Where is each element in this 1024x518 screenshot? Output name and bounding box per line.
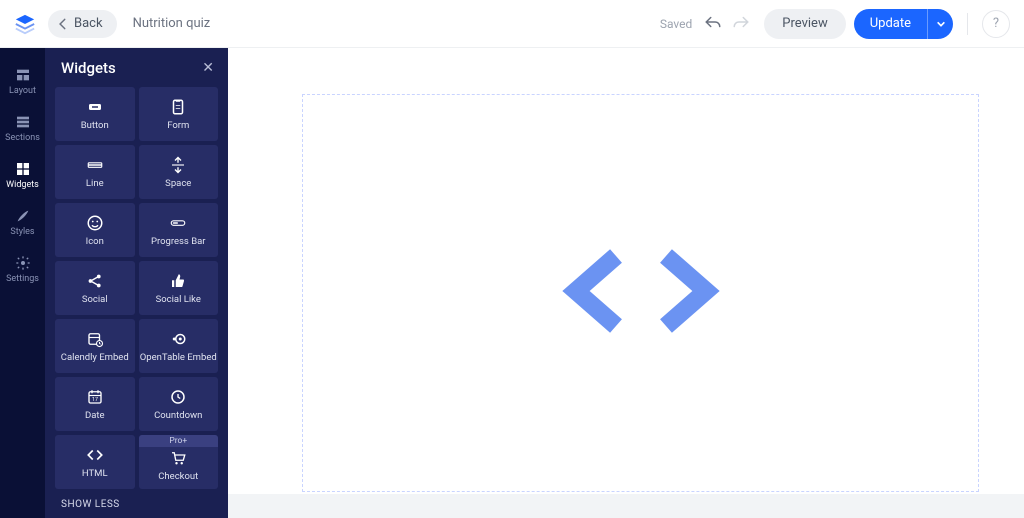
- sidebar-nav: Layout Sections Widgets Styles Settings: [0, 48, 45, 518]
- opentable-icon: [169, 330, 187, 348]
- top-bar: Back Nutrition quiz Saved Preview Update…: [0, 0, 1024, 48]
- line-icon: [86, 156, 104, 174]
- show-less-toggle[interactable]: SHOW LESS: [45, 489, 228, 518]
- history-controls: [704, 14, 750, 33]
- saved-status: Saved: [660, 17, 692, 31]
- widgets-icon: [15, 161, 31, 177]
- cart-icon: [169, 449, 187, 467]
- clipboard-icon: [169, 98, 187, 116]
- widgets-panel: Widgets ✕ Button Form Line Space Icon Pr…: [45, 48, 228, 518]
- widget-space[interactable]: Space: [139, 145, 219, 199]
- widget-line[interactable]: Line: [55, 145, 135, 199]
- html-widget-preview[interactable]: [302, 94, 979, 492]
- back-label: Back: [74, 16, 103, 31]
- layout-icon: [15, 67, 31, 83]
- calendly-icon: [86, 330, 104, 348]
- gear-icon: [15, 255, 31, 271]
- help-button[interactable]: ?: [982, 10, 1010, 38]
- nav-styles[interactable]: Styles: [0, 201, 45, 244]
- nav-widgets[interactable]: Widgets: [0, 154, 45, 197]
- thumbs-up-icon: [169, 272, 187, 290]
- share-icon: [86, 272, 104, 290]
- svg-text:17: 17: [92, 397, 98, 403]
- canvas[interactable]: [228, 48, 1024, 518]
- widget-checkout[interactable]: Pro+ Checkout: [139, 435, 219, 489]
- widget-date[interactable]: 17Date: [55, 377, 135, 431]
- calendar-icon: 17: [86, 388, 104, 406]
- widget-form[interactable]: Form: [139, 87, 219, 141]
- widget-opentable[interactable]: OpenTable Embed: [139, 319, 219, 373]
- code-icon: [86, 446, 104, 464]
- preview-button[interactable]: Preview: [764, 9, 845, 39]
- widget-social[interactable]: Social: [55, 261, 135, 315]
- arrow-left-icon: [56, 17, 70, 31]
- smiley-icon: [86, 214, 104, 232]
- clock-icon: [169, 388, 187, 406]
- update-dropdown[interactable]: [927, 9, 953, 39]
- nav-settings[interactable]: Settings: [0, 248, 45, 291]
- close-panel-button[interactable]: ✕: [202, 60, 214, 76]
- progress-icon: [169, 214, 187, 232]
- widget-social-like[interactable]: Social Like: [139, 261, 219, 315]
- sections-icon: [15, 114, 31, 130]
- page-title: Nutrition quiz: [133, 16, 211, 31]
- widget-icon[interactable]: Icon: [55, 203, 135, 257]
- brush-icon: [15, 208, 31, 224]
- code-brackets-icon: [556, 241, 726, 345]
- pro-badge: Pro+: [139, 435, 219, 447]
- widget-progress-bar[interactable]: Progress Bar: [139, 203, 219, 257]
- canvas-footer: [228, 494, 1024, 518]
- nav-sections[interactable]: Sections: [0, 107, 45, 150]
- chevron-down-icon: [936, 19, 946, 29]
- nav-layout[interactable]: Layout: [0, 60, 45, 103]
- button-icon: [86, 98, 104, 116]
- panel-title: Widgets: [61, 59, 116, 77]
- redo-button[interactable]: [732, 14, 750, 33]
- undo-button[interactable]: [704, 14, 722, 33]
- widget-html[interactable]: HTML: [55, 435, 135, 489]
- back-button[interactable]: Back: [48, 10, 117, 38]
- space-icon: [169, 156, 187, 174]
- widget-button[interactable]: Button: [55, 87, 135, 141]
- update-button[interactable]: Update: [854, 9, 927, 39]
- widget-countdown[interactable]: Countdown: [139, 377, 219, 431]
- widget-calendly[interactable]: Calendly Embed: [55, 319, 135, 373]
- app-logo: [14, 13, 36, 35]
